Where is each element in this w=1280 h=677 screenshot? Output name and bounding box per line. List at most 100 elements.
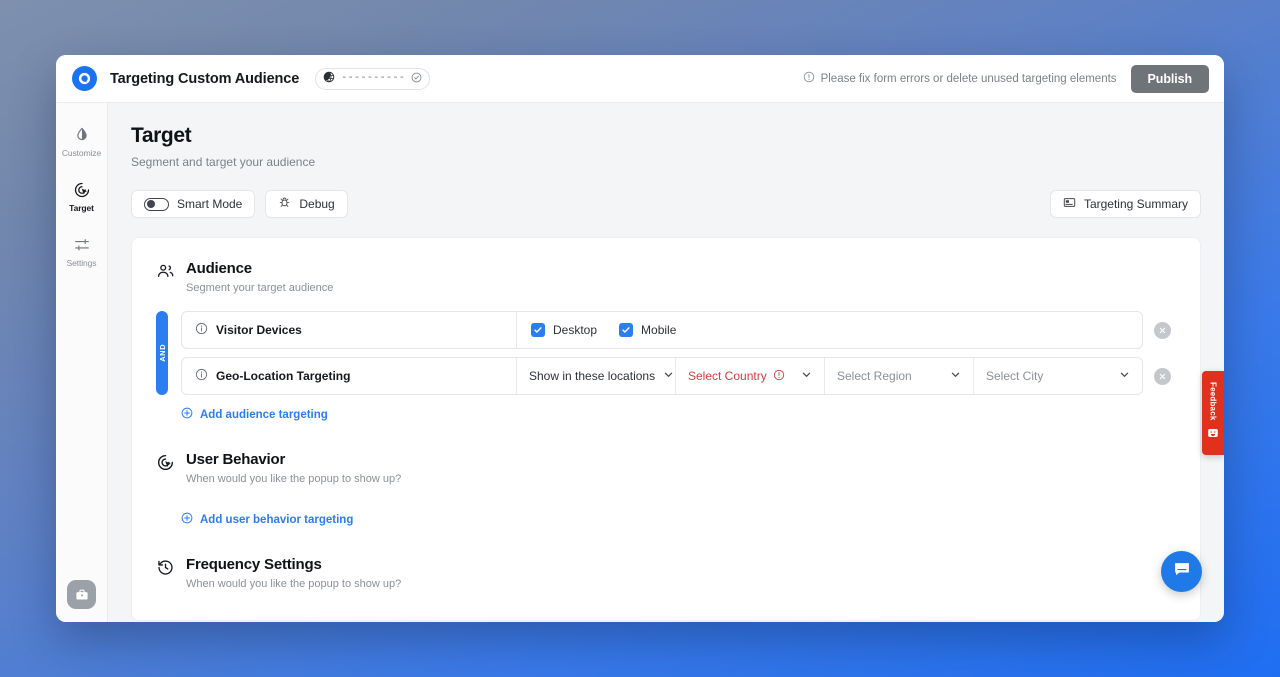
topbar-right-group: Please fix form errors or delete unused … — [803, 64, 1209, 93]
checkbox-desktop[interactable]: Desktop — [531, 323, 597, 337]
table-row: Visitor Devices Desktop Mobile — [181, 311, 1176, 349]
frequency-settings-title: Frequency Settings — [186, 556, 322, 573]
table-row: Geo-Location Targeting Show in these loc… — [181, 357, 1176, 395]
page-title: Target — [131, 124, 192, 147]
sidebar-item-customize[interactable]: Customize — [56, 119, 108, 164]
targeting-card: Audience Segment your target audience AN… — [131, 237, 1201, 621]
country-select-value-group: Select Country — [688, 369, 785, 384]
debug-button[interactable]: Debug — [265, 190, 348, 218]
visitor-devices-row: Visitor Devices Desktop Mobile — [181, 311, 1143, 349]
checkbox-mobile-box[interactable] — [619, 323, 634, 337]
and-connector: AND — [156, 311, 168, 395]
content-area: Target Segment and target your audience … — [108, 103, 1224, 622]
region-select-value: Select Region — [837, 369, 912, 383]
chevron-down-icon — [663, 369, 674, 383]
user-behavior-subtitle: When would you like the popup to show up… — [186, 473, 402, 485]
targeting-summary-button[interactable]: Targeting Summary — [1049, 190, 1201, 218]
add-audience-targeting-label: Add audience targeting — [200, 408, 328, 421]
user-behavior-section-header: User Behavior When would you like the po… — [156, 451, 1176, 485]
checkbox-desktop-label: Desktop — [553, 323, 598, 337]
chat-bubble-icon — [1172, 559, 1192, 584]
feedback-label: Feedback — [1208, 382, 1218, 421]
globe-icon — [323, 70, 335, 88]
audience-title: Audience — [186, 260, 252, 277]
chat-bubble-button[interactable] — [1161, 551, 1202, 592]
app-window: Targeting Custom Audience ---------- Ple… — [56, 55, 1224, 622]
bug-icon — [278, 196, 291, 212]
publish-button[interactable]: Publish — [1130, 64, 1209, 93]
brand-logo-icon[interactable] — [72, 66, 97, 91]
audience-rows: Visitor Devices Desktop Mobile Geo-Locat… — [181, 311, 1176, 395]
add-user-behavior-targeting-label: Add user behavior targeting — [200, 513, 354, 526]
city-select[interactable]: Select City — [974, 358, 1142, 394]
sidebar-item-target[interactable]: Target — [56, 174, 108, 219]
checkbox-mobile-label: Mobile — [641, 323, 677, 337]
chevron-down-icon — [801, 369, 812, 383]
remove-circle-icon[interactable] — [1154, 321, 1171, 339]
sidebar-item-settings[interactable]: Settings — [56, 229, 108, 274]
remove-circle-icon[interactable] — [1154, 367, 1171, 385]
info-icon[interactable] — [195, 368, 208, 384]
audience-rows-wrap: AND Visitor Devices Desktop Mobile Geo-L… — [156, 311, 1176, 395]
panel-icon — [1063, 196, 1076, 212]
location-mode-value: Show in these locations — [529, 369, 656, 383]
and-label: AND — [157, 344, 167, 362]
add-audience-targeting-link[interactable]: Add audience targeting — [181, 407, 328, 422]
form-error-message: Please fix form errors or delete unused … — [803, 71, 1117, 86]
debug-label: Debug — [299, 197, 335, 211]
frequency-settings-section-header: Frequency Settings When would you like t… — [156, 556, 1176, 590]
checkbox-mobile[interactable]: Mobile — [619, 323, 676, 337]
smiley-icon — [1207, 426, 1219, 444]
plus-circle-icon — [181, 512, 193, 527]
feedback-tab[interactable]: Feedback — [1202, 371, 1224, 455]
chevron-down-icon — [950, 369, 961, 383]
sidebar-item-customize-label: Customize — [61, 148, 102, 158]
checkbox-desktop-box[interactable] — [531, 323, 545, 337]
sidebar: Customize Target Settings — [56, 103, 108, 622]
visitor-devices-checkboxes: Desktop Mobile — [517, 312, 676, 348]
smart-mode-label: Smart Mode — [177, 197, 243, 211]
form-error-text: Please fix form errors or delete unused … — [820, 72, 1117, 85]
sidebar-item-settings-label: Settings — [66, 258, 97, 268]
chevron-down-icon — [1119, 369, 1130, 383]
sliders-icon — [73, 236, 91, 254]
history-clock-icon — [156, 558, 175, 582]
city-select-value: Select City — [986, 369, 1044, 383]
status-dashes: ---------- — [341, 72, 406, 84]
status-pill[interactable]: ---------- — [315, 67, 431, 90]
audience-section-header: Audience Segment your target audience — [156, 260, 1176, 294]
check-circle-icon — [411, 70, 422, 88]
info-icon[interactable] — [195, 322, 208, 338]
contrast-droplet-icon — [73, 126, 91, 144]
app-title: Targeting Custom Audience — [110, 70, 300, 87]
app-body: Customize Target Settings Target Segment… — [56, 103, 1224, 622]
user-behavior-title: User Behavior — [186, 451, 286, 468]
smart-mode-toggle[interactable]: Smart Mode — [131, 190, 256, 218]
smart-mode-switch[interactable] — [144, 197, 169, 211]
toolbar-right: Targeting Summary — [1049, 190, 1201, 218]
geo-location-label-cell: Geo-Location Targeting — [182, 358, 516, 394]
top-bar: Targeting Custom Audience ---------- Ple… — [56, 55, 1224, 103]
users-icon — [156, 262, 175, 286]
plus-circle-icon — [181, 407, 193, 422]
page-subtitle: Segment and target your audience — [131, 155, 316, 169]
audience-subtitle: Segment your target audience — [186, 282, 334, 294]
visitor-devices-label-cell: Visitor Devices — [182, 312, 516, 348]
frequency-settings-subtitle: When would you like the popup to show up… — [186, 578, 402, 590]
visitor-devices-label: Visitor Devices — [216, 323, 302, 337]
targeting-summary-label: Targeting Summary — [1083, 197, 1188, 211]
geo-location-label: Geo-Location Targeting — [216, 369, 351, 383]
briefcase-icon[interactable] — [67, 580, 96, 609]
country-select-value: Select Country — [688, 369, 767, 383]
sidebar-item-target-label: Target — [69, 203, 94, 213]
geo-location-row: Geo-Location Targeting Show in these loc… — [181, 357, 1143, 395]
toolbar: Smart Mode Debug Targeting Summary — [131, 190, 1201, 218]
target-cursor-icon — [156, 453, 175, 477]
location-mode-select[interactable]: Show in these locations — [517, 358, 675, 394]
target-cursor-icon — [73, 181, 91, 199]
alert-circle-icon — [773, 369, 785, 384]
alert-circle-icon — [803, 71, 815, 86]
add-user-behavior-targeting-link[interactable]: Add user behavior targeting — [181, 512, 353, 527]
country-select[interactable]: Select Country — [676, 358, 824, 394]
region-select[interactable]: Select Region — [825, 358, 973, 394]
